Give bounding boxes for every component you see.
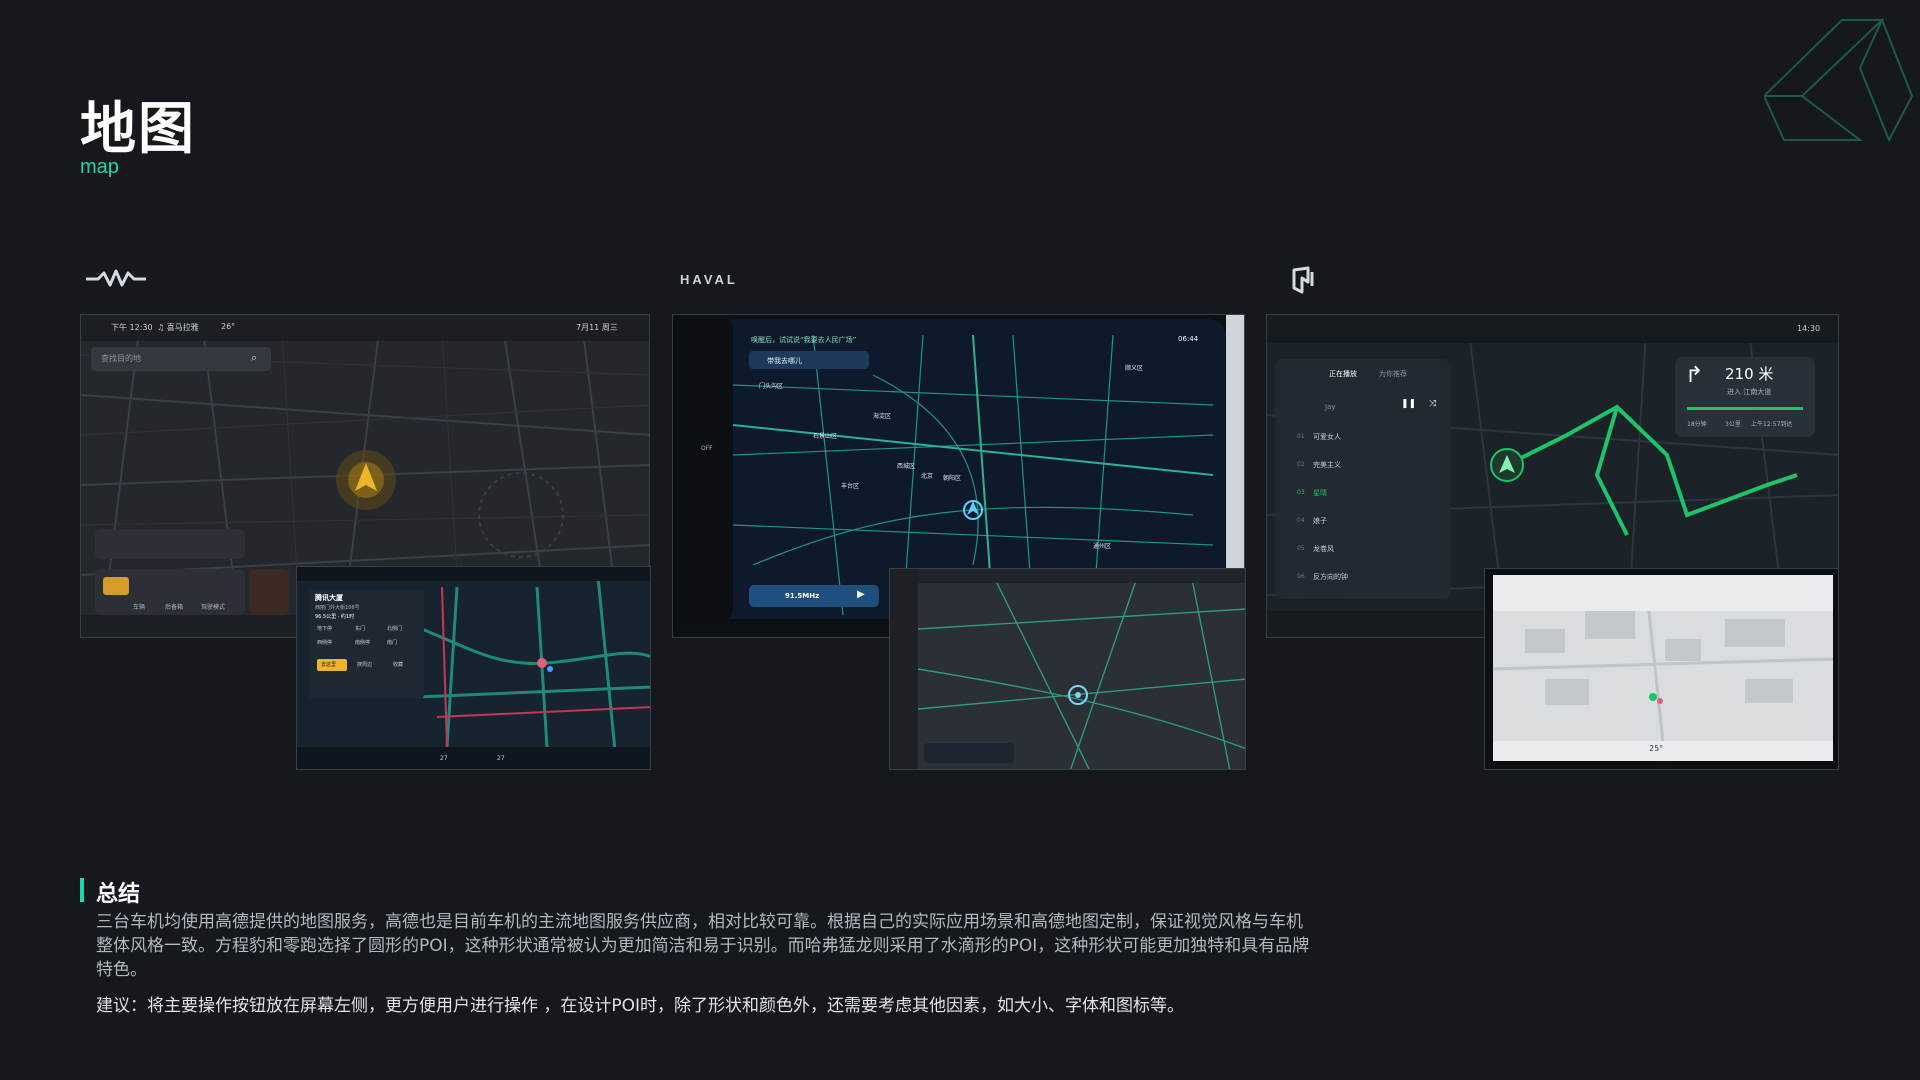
leopard-go-button[interactable]: 去这里 [321, 661, 336, 668]
leopard-popup-tag[interactable]: 地下停 [317, 625, 332, 632]
leopard-popup-tag[interactable]: 西侧停 [317, 639, 332, 646]
playlist-item-title[interactable]: 完美主义 [1313, 460, 1341, 470]
leopard-popup-tag[interactable]: 北侧门 [387, 625, 402, 632]
haval-map-label: 通州区 [1093, 543, 1112, 550]
summary-accent-bar [80, 878, 84, 902]
summary-title: 总结 [96, 882, 141, 907]
leopard-popup-tag[interactable]: 南门 [387, 639, 397, 646]
playlist-item-no: 02 [1297, 461, 1305, 468]
page-subtitle: map [80, 156, 119, 178]
leapmotor-logo [1288, 260, 1318, 298]
haval-voice-hint: 唤醒后，试试说“我要去人民广场” [751, 336, 857, 344]
haval-search-input[interactable]: 带我去哪儿 [767, 356, 802, 366]
haval-logo-icon: HAVAL [680, 271, 738, 287]
playlist-item-title[interactable]: 反方向的钟 [1313, 572, 1348, 582]
leapmotor-music-tab-recommend[interactable]: 为你推荐 [1379, 369, 1407, 379]
haval-logo: HAVAL [680, 260, 738, 298]
leapmotor-temp[interactable]: 25° [1649, 744, 1663, 753]
leopard-search-nearby-button[interactable]: 搜周边 [357, 661, 372, 668]
leapmotor-music-tab-playing[interactable]: 正在播放 [1329, 369, 1357, 379]
leopard-poi-screen: 腾讯大厦 西丽门外大街106号 96.5公里 · 约1时 地下停 东门 北侧门 … [296, 566, 651, 770]
haval-side-off[interactable]: OFF [701, 445, 713, 452]
playlist-item-no: 03 [1297, 489, 1305, 496]
leopard-popup-tag[interactable]: 东门 [355, 625, 365, 632]
leopard-status-music: ♫ 喜马拉雅 [157, 323, 199, 332]
haval-map-label: 海淀区 [873, 413, 892, 420]
turn-right-icon: ↱ [1685, 363, 1704, 388]
leopard-logo [84, 260, 148, 298]
haval-map-label: 丰台区 [841, 483, 860, 490]
haval-map-label: 朝阳区 [943, 475, 962, 482]
leopard-search-input[interactable]: 查找目的地 [101, 353, 141, 364]
leopard-dock-item-vehicle[interactable]: 车辆 [133, 602, 145, 611]
shuffle-icon[interactable]: ⤨ [1429, 399, 1436, 409]
summary-body: 三台车机均使用高德提供的地图服务，高德也是目前车机的主流地图服务供应商，相对比较… [96, 912, 1310, 980]
haval-map-label: 顺义区 [1125, 365, 1144, 372]
leapmotor-artist: Jay [1325, 403, 1336, 411]
playlist-item-title[interactable]: 星晴 [1313, 488, 1327, 498]
play-icon[interactable]: ▶ [857, 589, 865, 600]
leapmotor-3d-screen: 25° [1484, 568, 1839, 770]
playlist-item-no: 01 [1297, 433, 1305, 440]
playlist-item-no: 05 [1297, 545, 1305, 552]
leopard-popup-distance: 96.5公里 · 约1时 [315, 614, 355, 620]
leopard-status-date: 7月11 周三 [576, 323, 618, 332]
leopard-dock-item-trunk[interactable]: 后备箱 [165, 602, 183, 611]
haval-detail-screen [889, 568, 1246, 770]
leopard-status-weather: 26° [221, 322, 236, 331]
leopard-favorite-button[interactable]: 收藏 [393, 661, 403, 668]
playlist-item-title[interactable]: 可爱女人 [1313, 432, 1341, 442]
haval-map-label: 北京 [921, 473, 934, 480]
haval-map-label: 门头沟区 [759, 383, 784, 390]
leopard-popup-tag[interactable]: 南侧停 [355, 639, 370, 646]
leapmotor-eta-arrival: 上午12:57到达 [1751, 421, 1793, 428]
haval-detail-map-canvas [890, 569, 1245, 769]
playlist-item-title[interactable]: 龙卷风 [1313, 544, 1334, 554]
leapmotor-eta-minutes: 18分钟 [1687, 421, 1707, 428]
leapmotor-turn-road: 进入 江南大道 [1727, 388, 1772, 396]
leapmotor-turn-distance: 210 米 [1725, 365, 1774, 383]
leopard-temp-left[interactable]: 27 [440, 755, 448, 762]
haval-radio[interactable]: 91.5MHz [785, 592, 819, 600]
leopard-poi-map-canvas [297, 567, 650, 769]
haval-status-time: 06:44 [1178, 335, 1199, 343]
leapmotor-eta-km: 3公里 [1725, 421, 1741, 428]
playlist-item-title[interactable]: 娘子 [1313, 516, 1327, 526]
search-icon[interactable]: ⌕ [251, 351, 257, 365]
haval-map-label: 西城区 [897, 463, 916, 470]
leopard-status-time: 下午 12:30 [111, 323, 153, 332]
leopard-popup-address: 西丽门外大街106号 [315, 605, 360, 611]
triangle-deco-icon [1764, 17, 1914, 143]
leopard-popup-title: 腾讯大厦 [315, 594, 343, 602]
pause-icon[interactable]: ❚❚ [1401, 399, 1416, 409]
leapmotor-3d-map-canvas [1485, 569, 1838, 769]
leapmotor-status-time: 14:30 [1797, 324, 1821, 333]
leapmotor-logo-icon [1292, 266, 1314, 294]
haval-map-label: 石景山区 [813, 433, 838, 440]
leopard-logo-icon [86, 269, 146, 287]
leopard-temp-right[interactable]: 27 [497, 755, 505, 762]
leopard-dock-item-drive-mode[interactable]: 驾驶模式 [201, 602, 225, 611]
playlist-item-no: 04 [1297, 517, 1305, 524]
summary-advice: 建议：将主要操作按钮放在屏幕左侧，更方便用户进行操作 ，在设计POI时，除了形状… [96, 996, 1185, 1016]
page-title: 地图 [80, 97, 196, 162]
playlist-item-no: 06 [1297, 573, 1305, 580]
